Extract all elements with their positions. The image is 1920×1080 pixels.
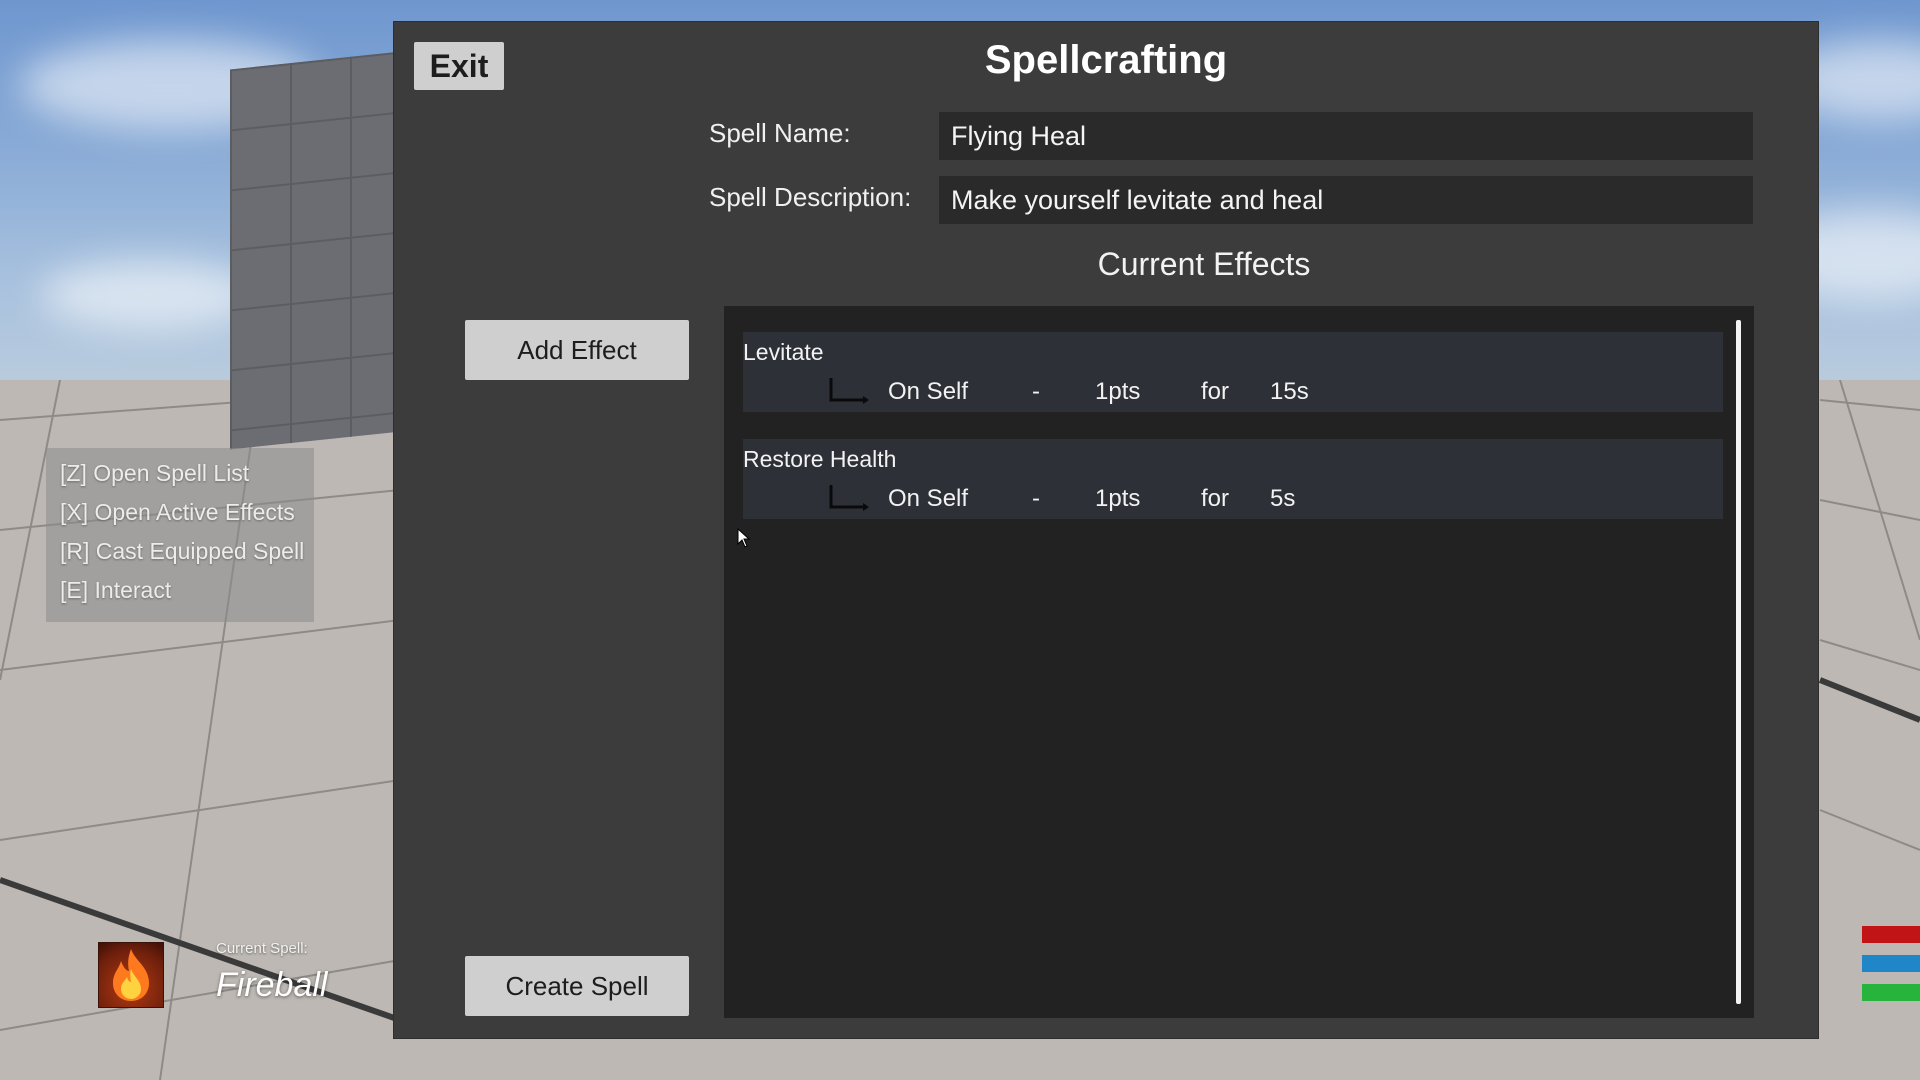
effect-duration: 5s: [1270, 485, 1296, 512]
effects-list[interactable]: Levitate On Self - 1pts for 15s Restore …: [724, 306, 1754, 1018]
effect-magnitude: 1pts: [1095, 485, 1141, 512]
effect-magnitude: 1pts: [1095, 378, 1141, 405]
create-spell-button[interactable]: Create Spell: [465, 956, 689, 1016]
branch-arrow-icon: [829, 485, 869, 511]
spell-description-input[interactable]: [939, 176, 1753, 224]
current-spell-name: Fireball: [216, 966, 328, 1004]
effect-name: Restore Health: [743, 446, 897, 472]
spell-description-label: Spell Description:: [709, 182, 912, 212]
hint-open-spell-list: [Z] Open Spell List: [60, 460, 250, 486]
effect-row-restore-health[interactable]: Restore Health On Self - 1pts for 5s: [743, 439, 1723, 519]
effect-target: On Self: [888, 485, 969, 512]
stamina-bar: [1862, 984, 1920, 1001]
effect-name: Levitate: [743, 339, 824, 365]
effect-row-levitate[interactable]: Levitate On Self - 1pts for 15s: [743, 332, 1723, 412]
effect-target: On Self: [888, 378, 969, 405]
add-effect-button[interactable]: Add Effect: [465, 320, 689, 380]
mouse-cursor-icon: [737, 528, 751, 548]
branch-arrow-icon: [829, 378, 869, 404]
effect-duration: 15s: [1270, 378, 1309, 405]
keybind-hints: [Z] Open Spell List [X] Open Active Effe…: [46, 448, 314, 622]
grid-wall: [230, 50, 410, 450]
effect-for-label: for: [1201, 485, 1230, 512]
hint-interact: [E] Interact: [60, 577, 172, 603]
panel-title: Spellcrafting: [984, 38, 1228, 82]
hint-open-active-effects: [X] Open Active Effects: [60, 499, 295, 525]
effect-for-label: for: [1201, 378, 1230, 405]
spell-name-input[interactable]: [939, 112, 1753, 160]
current-effects-heading: Current Effects: [1097, 246, 1311, 282]
fire-icon: [98, 942, 164, 1008]
effect-separator: -: [1032, 485, 1040, 512]
effects-scrollbar[interactable]: [1736, 320, 1741, 1004]
spell-name-label: Spell Name:: [709, 118, 851, 148]
mana-bar: [1862, 955, 1920, 972]
spellcrafting-panel: Exit Spellcrafting Spell Name: Spell Des…: [394, 22, 1818, 1038]
current-spell-label: Current Spell:: [216, 940, 308, 957]
hint-cast-equipped-spell: [R] Cast Equipped Spell: [60, 538, 305, 564]
health-bar: [1862, 926, 1920, 943]
effect-separator: -: [1032, 378, 1040, 405]
